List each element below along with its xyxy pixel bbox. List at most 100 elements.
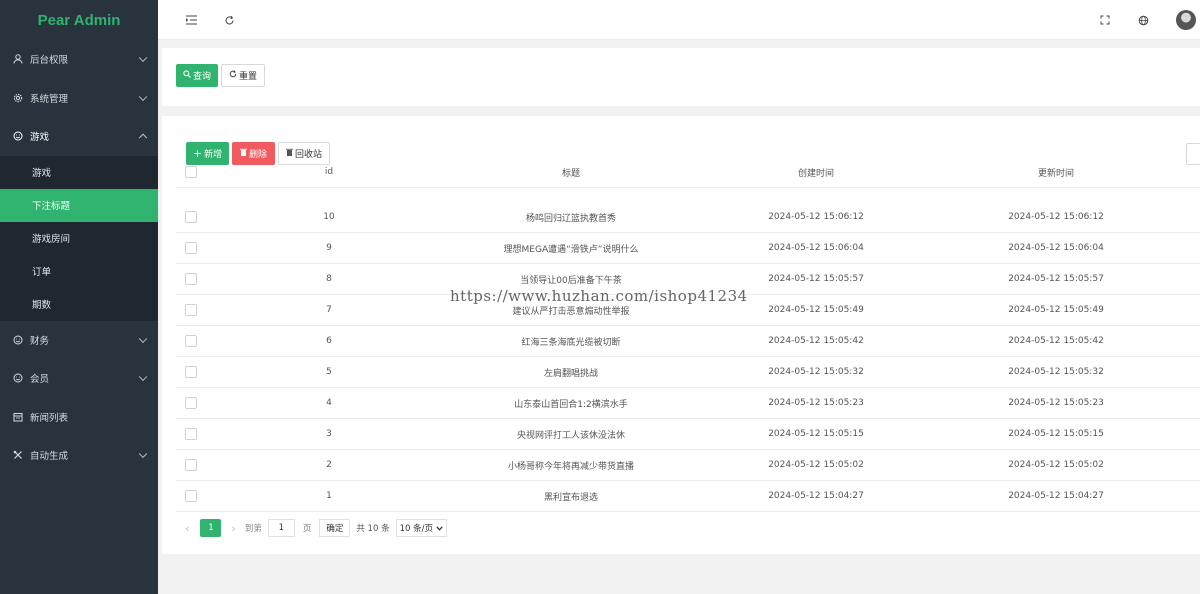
cell-created: 2024-05-12 15:05:42 [768,336,864,346]
app-logo[interactable]: Pear Admin [0,0,158,40]
table-row[interactable]: 10 杨鸣回归辽篮执教首秀 2024-05-12 15:06:12 2024-05-1… [176,202,1200,233]
chevron-up-icon [138,133,148,143]
row-checkbox[interactable] [185,397,197,409]
submenu-item-bet-title[interactable]: 下注标题 [0,188,158,222]
cell-title: 理想MEGA遭遇“滑铁卢”说明什么 [503,244,639,255]
cell-created: 2024-05-12 15:06:04 [768,243,864,253]
row-checkbox[interactable] [185,366,197,378]
cell-id: 6 [326,336,332,346]
globe-icon[interactable] [1136,13,1150,27]
total-count: 共 10 条 [356,524,390,534]
column-header-created: 创建时间 [797,168,834,179]
table-row[interactable]: 6 红海三条海底光缆被切断 2024-05-12 15:05:42 2024-05-1… [176,326,1200,357]
submenu-item-orders[interactable]: 订单 [0,255,158,288]
data-table: id 标题 创建时间 更新时间 10 杨鸣回归辽篮执教首秀 2024-05-12 1… [176,166,1200,512]
sidebar-item-label: 游戏 [30,132,50,144]
avatar[interactable] [1176,10,1196,30]
chevron-down-icon [436,525,443,531]
cell-created: 2024-05-12 15:05:57 [768,274,864,284]
sidebar-item-label: 财务 [30,335,50,347]
cell-id: 10 [323,212,335,222]
row-checkbox[interactable] [185,273,197,285]
submenu-item-periods[interactable]: 期数 [0,288,158,321]
cell-id: 7 [326,305,332,315]
row-checkbox[interactable] [185,490,197,502]
cell-title: 山东泰山首回合1:2横滨水手 [514,399,628,410]
page-unit-label: 页 [302,524,312,534]
sidebar-item-game[interactable]: 游戏 [0,117,158,156]
page-input[interactable]: 1 [267,519,295,537]
confirm-button[interactable]: 确定 [319,519,351,537]
chevron-right-icon[interactable]: › [231,522,235,535]
row-checkbox[interactable] [185,304,197,316]
chevron-down-icon [138,372,148,382]
cell-id: 8 [326,274,332,284]
cell-updated: 2024-05-12 15:06:04 [1008,243,1104,253]
cell-title: 当领导让00后准备下午茶 [520,275,622,286]
submenu-item-game[interactable]: 游戏 [0,156,158,189]
reset-button[interactable]: 重置 [221,64,265,87]
pagination: ‹ 1 › 到第 1 页 确定 共 10 条 10 条/页 [176,518,447,538]
cell-title: 黑利宣布退选 [543,492,598,503]
cell-id: 3 [326,429,332,439]
cell-title: 小杨哥称今年将再减少带货直播 [507,461,634,472]
search-icon [183,70,191,81]
menu-collapse-icon[interactable] [184,13,198,27]
cell-updated: 2024-05-12 15:05:42 [1008,336,1104,346]
cell-id: 5 [326,367,332,377]
cell-created: 2024-05-12 15:05:32 [768,367,864,377]
cell-created: 2024-05-12 15:05:23 [768,398,864,408]
sidebar-item-news[interactable]: 新闻列表 [0,398,158,437]
cell-created: 2024-05-12 15:04:27 [768,491,864,501]
cell-id: 1 [326,491,332,501]
sidebar-item-autogen[interactable]: 自动生成 [0,436,158,475]
calendar-icon [13,412,23,422]
sidebar-item-system[interactable]: 系统管理 [0,79,158,118]
row-checkbox[interactable] [185,242,197,254]
refresh-icon [229,70,237,81]
table-row[interactable]: 2 小杨哥称今年将再减少带货直播 2024-05-12 15:05:02 2024-0… [176,450,1200,481]
cell-updated: 2024-05-12 15:05:02 [1008,460,1104,470]
table-panel: + 新增 删除 回收站 id 标题 创建时间 更新时间 10 杨鸣回归辽篮执教首秀… [162,116,1200,554]
column-header-updated: 更新时间 [1037,168,1074,179]
table-row[interactable]: 1 黑利宣布退选 2024-05-12 15:04:27 2024-05-12 15:… [176,481,1200,512]
refresh-icon[interactable] [222,13,236,27]
row-checkbox[interactable] [185,211,197,223]
select-all-checkbox[interactable] [185,166,197,178]
cell-id: 9 [326,243,332,253]
user-icon [13,54,23,64]
sidebar-item-finance[interactable]: 财务 [0,321,158,360]
sidebar-item-label: 新闻列表 [30,412,69,424]
row-checkbox[interactable] [185,459,197,471]
table-row[interactable]: 3 央视网评打工人该休没法休 2024-05-12 15:05:15 2024-05-… [176,419,1200,450]
search-button[interactable]: 查询 [176,64,218,87]
reset-button-label: 重置 [238,72,257,82]
cell-created: 2024-05-12 15:06:12 [768,212,864,222]
page-number-current[interactable]: 1 [200,519,222,537]
fullscreen-icon[interactable] [1098,13,1112,27]
cell-updated: 2024-05-12 15:05:49 [1008,305,1104,315]
page-size-select[interactable]: 10 条/页 [395,519,447,537]
goto-label: 到第 [244,524,262,534]
row-checkbox[interactable] [185,428,197,440]
tools-icon [13,450,23,460]
table-row[interactable]: 9 理想MEGA遭遇“滑铁卢”说明什么 2024-05-12 15:06:04 202… [176,233,1200,264]
cell-updated: 2024-05-12 15:05:57 [1008,274,1104,284]
table-row[interactable]: 4 山东泰山首回合1:2横滨水手 2024-05-12 15:05:23 2024-0… [176,388,1200,419]
cell-updated: 2024-05-12 15:05:15 [1008,429,1104,439]
sidebar: Pear Admin 后台权限 系统管理 游戏 游戏 下注标题 游戏房间 订单 … [0,0,158,594]
sidebar-item-members[interactable]: 会员 [0,359,158,398]
sidebar-item-label: 系统管理 [30,93,69,105]
submenu-item-game-room[interactable]: 游戏房间 [0,222,158,255]
row-checkbox[interactable] [185,335,197,347]
cell-title: 建议从严打击恶意煽动性举报 [512,306,630,317]
table-row[interactable]: 5 左肩翻唱挑战 2024-05-12 15:05:32 2024-05-12 15:… [176,357,1200,388]
sidebar-item-permissions[interactable]: 后台权限 [0,40,158,79]
sidebar-item-label: 后台权限 [30,55,69,67]
cell-title: 杨鸣回归辽篮执教首秀 [525,213,616,224]
chevron-left-icon[interactable]: ‹ [185,522,189,535]
table-header-row: id 标题 创建时间 更新时间 [176,157,1200,188]
page-size-value: 10 条/页 [399,524,433,534]
cell-updated: 2024-05-12 15:06:12 [1008,212,1104,222]
smile-icon [13,131,23,141]
